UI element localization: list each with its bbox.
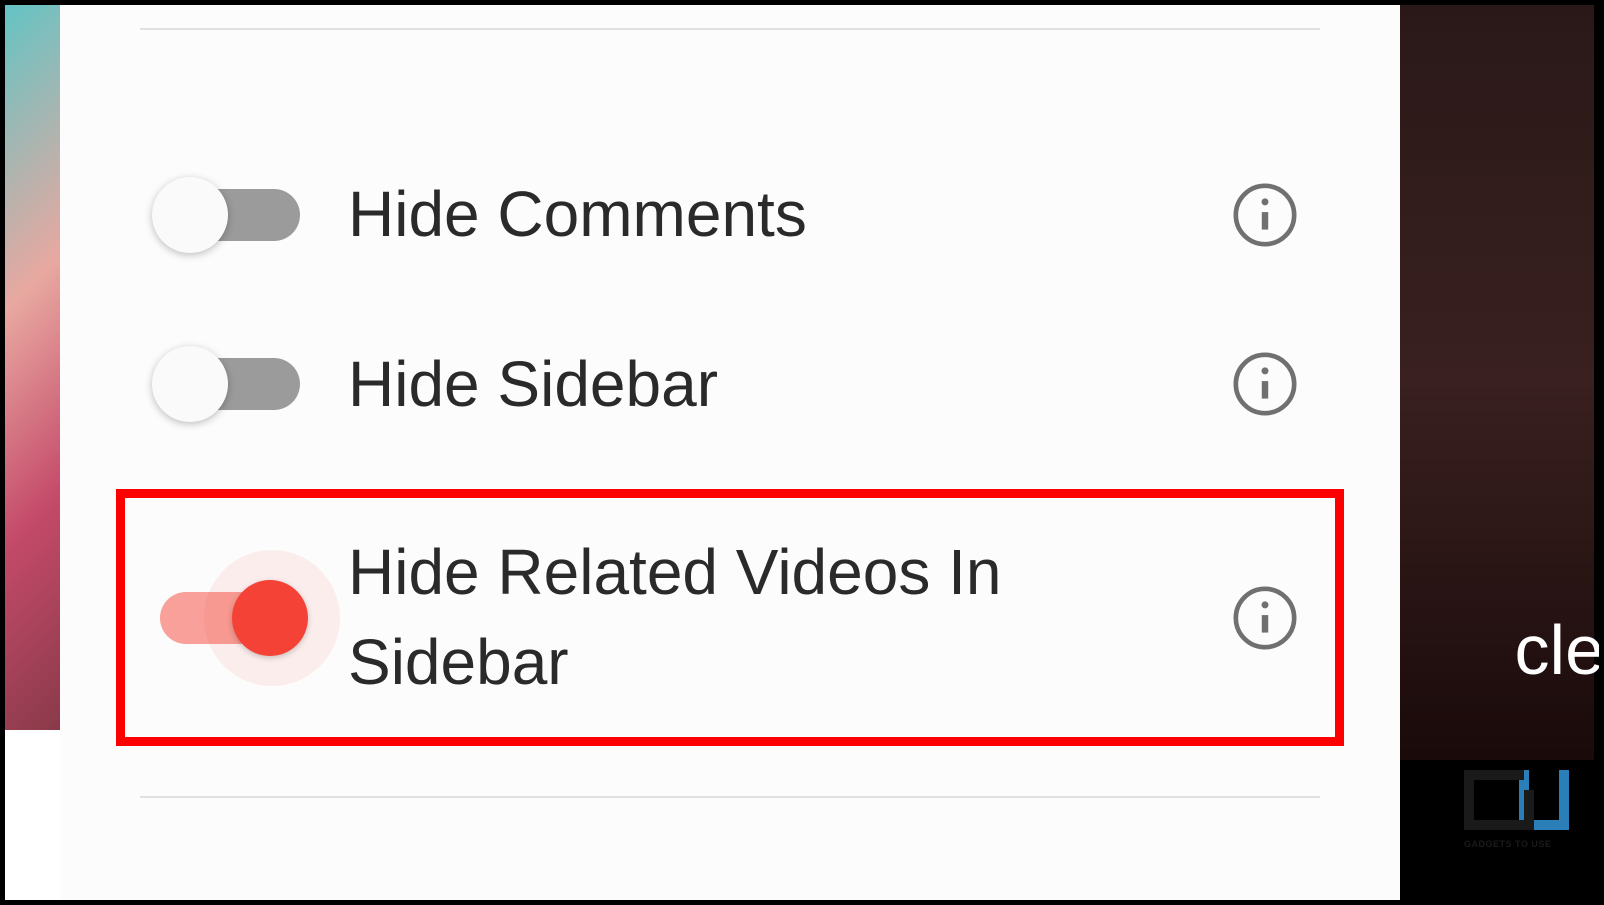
info-icon[interactable] xyxy=(1230,180,1300,250)
setting-row-hide-related-videos: Hide Related Videos In Sidebar xyxy=(116,489,1344,746)
toggle-thumb xyxy=(152,346,228,422)
setting-label: Hide Comments xyxy=(348,170,1230,260)
background-partial-text: cle xyxy=(1515,610,1604,690)
info-icon[interactable] xyxy=(1230,583,1300,653)
divider-bottom xyxy=(140,796,1320,798)
toggle-hide-comments[interactable] xyxy=(160,189,300,241)
watermark-logo: GADGETS TO USE xyxy=(1464,770,1594,855)
info-icon[interactable] xyxy=(1230,349,1300,419)
toggle-hide-related-videos[interactable] xyxy=(160,592,300,644)
toggle-hide-sidebar[interactable] xyxy=(160,358,300,410)
setting-label: Hide Related Videos In Sidebar xyxy=(348,528,1230,707)
settings-list: Hide Comments Hide Sidebar xyxy=(60,30,1400,746)
toggle-thumb xyxy=(152,177,228,253)
background-bottom-left xyxy=(0,730,60,900)
background-left-gradient xyxy=(0,0,60,730)
settings-panel: Hide Comments Hide Sidebar xyxy=(60,0,1400,905)
setting-row-hide-sidebar: Hide Sidebar xyxy=(140,300,1320,470)
toggle-thumb xyxy=(232,580,308,656)
setting-label: Hide Sidebar xyxy=(348,340,1230,430)
setting-row-hide-comments: Hide Comments xyxy=(140,130,1320,300)
logo-letter-g xyxy=(1464,770,1524,830)
watermark-text: GADGETS TO USE xyxy=(1464,839,1594,849)
